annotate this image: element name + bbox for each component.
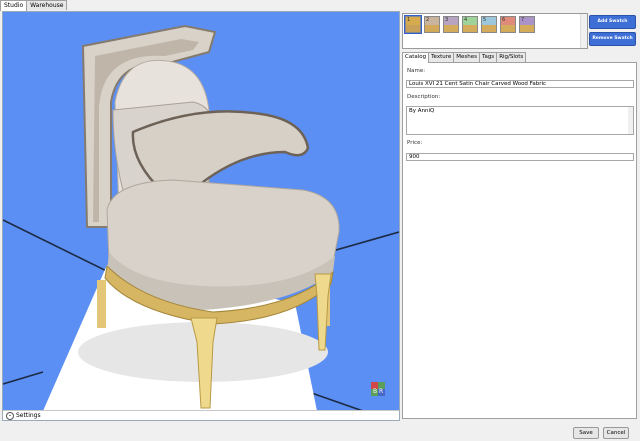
swatch-bottom-color	[520, 25, 534, 32]
swatch-number: 2	[426, 17, 430, 23]
swatch-5[interactable]: 5	[481, 16, 497, 33]
description-label: Description:	[407, 94, 441, 100]
swatch-4[interactable]: 4	[462, 16, 478, 33]
tab-studio[interactable]: Studio	[0, 0, 28, 11]
tab-meshes[interactable]: Meshes	[453, 52, 480, 62]
swatch-number: 3	[445, 17, 449, 23]
swatch-list[interactable]: 1 2 3 4 5 6 7	[402, 13, 588, 49]
swatch-bottom-color	[482, 25, 496, 32]
description-value: By AnniQ	[409, 108, 435, 114]
swatch-1[interactable]: 1	[404, 15, 422, 34]
cancel-button[interactable]: Cancel	[603, 427, 629, 439]
save-button[interactable]: Save	[573, 427, 599, 439]
tab-texture[interactable]: Texture	[428, 52, 455, 62]
description-scrollbar[interactable]	[628, 107, 633, 134]
swatch-bottom-color	[425, 25, 439, 32]
swatch-bottom-color	[463, 25, 477, 32]
name-label: Name:	[407, 68, 426, 74]
tab-warehouse[interactable]: Warehouse	[26, 0, 68, 10]
swatch-bottom-color	[444, 25, 458, 32]
swatch-bottom-color	[501, 25, 515, 32]
tab-catalog[interactable]: Catalog	[402, 52, 430, 63]
swatch-number: 4	[464, 17, 468, 23]
settings-label: Settings	[16, 412, 41, 419]
price-label: Price:	[407, 140, 423, 146]
tab-tags[interactable]: Tags	[479, 52, 498, 62]
swatch-number: 5	[483, 17, 487, 23]
name-field[interactable]: Louis XVI 21 Cent Satin Chair Carved Woo…	[406, 80, 634, 88]
swatch-2[interactable]: 2	[424, 16, 440, 33]
description-field[interactable]: By AnniQ	[406, 106, 634, 135]
top-tab-bar: Studio Warehouse	[0, 0, 68, 11]
price-field[interactable]: 900	[406, 153, 634, 161]
catalog-panel: Name: Louis XVI 21 Cent Satin Chair Carv…	[402, 62, 637, 419]
settings-bar[interactable]: ⌄ Settings	[3, 410, 399, 420]
chair-scene: B R	[3, 24, 399, 411]
swatch-number: 1	[407, 17, 411, 23]
swatch-number: 7	[521, 17, 525, 23]
add-swatch-button[interactable]: Add Swatch	[589, 15, 636, 29]
3d-viewport[interactable]: B R ⌄ Settings	[2, 11, 400, 421]
right-panel: 1 2 3 4 5 6 7 Add Swatch Remove Swatch Catalog…	[402, 11, 637, 419]
swatch-bottom-color	[406, 25, 420, 32]
remove-swatch-button[interactable]: Remove Swatch	[589, 32, 636, 46]
chevron-down-icon[interactable]: ⌄	[6, 411, 14, 420]
swatch-6[interactable]: 6	[500, 16, 516, 33]
swatch-7[interactable]: 7	[519, 16, 535, 33]
tab-rig-slots[interactable]: Rig/Slots	[496, 52, 527, 62]
swatch-scrollbar[interactable]	[580, 14, 587, 48]
logo-text: B R	[373, 388, 383, 395]
swatch-3[interactable]: 3	[443, 16, 459, 33]
property-tabs: Catalog Texture Meshes Tags Rig/Slots	[402, 52, 527, 63]
bottom-bar: Save Cancel	[0, 422, 640, 441]
swatch-number: 6	[502, 17, 506, 23]
logo-cube: B R	[371, 382, 385, 396]
